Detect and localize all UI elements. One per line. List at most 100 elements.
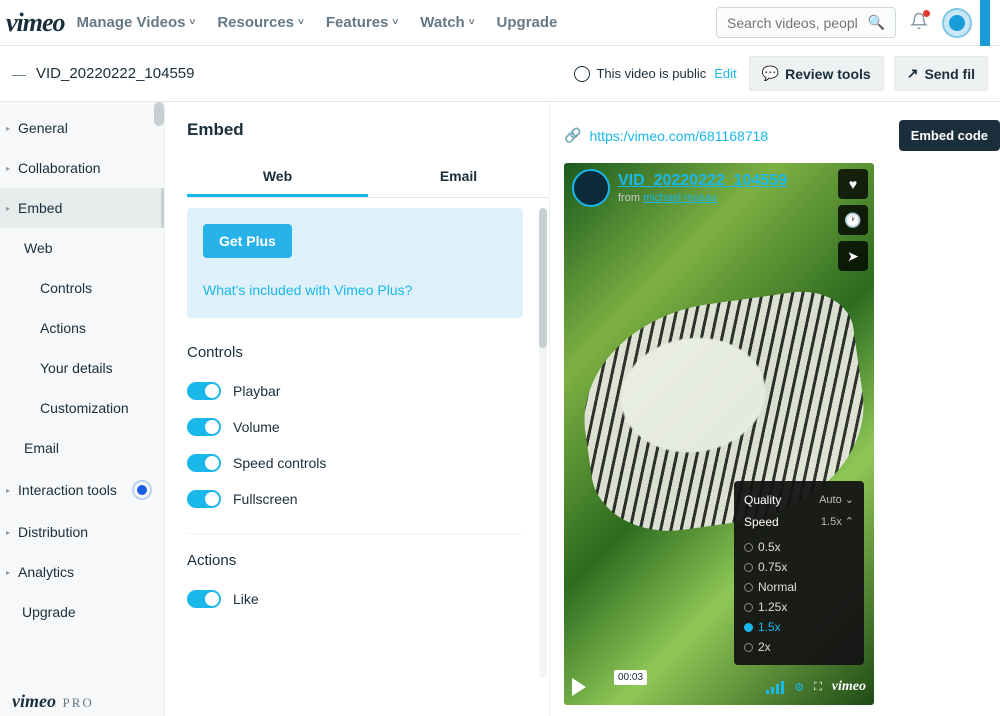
sidebar-item-web[interactable]: Web — [0, 228, 164, 268]
section-divider — [187, 533, 523, 534]
video-title: VID_20220222_104559 — [36, 65, 194, 82]
quality-row[interactable]: QualityAuto ⌄ — [744, 489, 854, 511]
plus-upsell-box: Get Plus What's included with Vimeo Plus… — [187, 208, 523, 318]
search-box[interactable]: 🔍 — [716, 7, 896, 38]
share-icon[interactable]: ➤ — [838, 241, 868, 271]
speed-option[interactable]: Normal — [744, 577, 854, 597]
speed-option-selected[interactable]: 1.5x — [744, 617, 854, 637]
user-avatar[interactable] — [942, 8, 972, 38]
speed-option[interactable]: 0.5x — [744, 537, 854, 557]
nav-links: Manage Videos˅ Resources˅ Features˅ Watc… — [77, 14, 558, 31]
chevron-down-icon: ˅ — [189, 17, 195, 28]
edge-accent — [980, 0, 990, 46]
preview-panel: 🔗 https:/vimeo.com/681168718 Embed code … — [550, 102, 1000, 716]
sidebar-item-upgrade[interactable]: Upgrade — [0, 592, 164, 632]
vimeo-logo[interactable]: vimeo — [6, 8, 65, 38]
speed-option[interactable]: 2x — [744, 637, 854, 657]
toggle-fullscreen[interactable]: Fullscreen — [187, 481, 523, 517]
edit-privacy-link[interactable]: Edit — [714, 66, 736, 81]
like-icon[interactable]: ♥ — [838, 169, 868, 199]
notification-dot — [923, 10, 930, 17]
video-url-link[interactable]: https:/vimeo.com/681168718 — [589, 128, 768, 144]
sidebar-scrollbar[interactable] — [154, 102, 164, 126]
search-icon: 🔍 — [868, 14, 885, 31]
search-input[interactable] — [727, 15, 868, 31]
toggle-speed-controls[interactable]: Speed controls — [187, 445, 523, 481]
vimeo-player-logo[interactable]: vimeo — [832, 679, 866, 695]
author-avatar[interactable] — [572, 169, 610, 207]
video-player-preview[interactable]: VID_20220222_104559 from michael musau ♥… — [564, 163, 874, 705]
settings-scroll-area: Get Plus What's included with Vimeo Plus… — [187, 208, 549, 678]
sidebar-item-controls[interactable]: Controls — [0, 268, 164, 308]
scroll-thumb[interactable] — [539, 208, 547, 348]
tab-web[interactable]: Web — [187, 158, 368, 197]
toggle-playbar[interactable]: Playbar — [187, 373, 523, 409]
nav-upgrade[interactable]: Upgrade — [497, 14, 558, 31]
send-file-button[interactable]: ↗ Send fil — [894, 56, 988, 91]
nav-manage-videos[interactable]: Manage Videos˅ — [77, 14, 196, 31]
url-row: 🔗 https:/vimeo.com/681168718 Embed code — [564, 120, 1000, 151]
toggle-switch[interactable] — [187, 454, 221, 472]
main-content: General Collaboration Embed Web Controls… — [0, 102, 1000, 716]
toggle-label: Playbar — [233, 383, 280, 399]
sidebar-item-your-details[interactable]: Your details — [0, 348, 164, 388]
play-icon[interactable] — [572, 678, 586, 696]
speed-option[interactable]: 0.75x — [744, 557, 854, 577]
speed-options: 0.5x 0.75x Normal 1.25x 1.5x 2x — [744, 537, 854, 657]
toggle-label: Volume — [233, 419, 280, 435]
whats-included-link[interactable]: What's included with Vimeo Plus? — [203, 282, 507, 298]
sidebar-item-actions[interactable]: Actions — [0, 308, 164, 348]
nav-watch[interactable]: Watch˅ — [420, 14, 474, 31]
toggle-label: Fullscreen — [233, 491, 298, 507]
gear-icon[interactable]: ⚙ — [794, 681, 804, 694]
chat-icon: 💬 — [762, 65, 779, 82]
get-plus-button[interactable]: Get Plus — [203, 224, 292, 258]
toggle-switch[interactable] — [187, 418, 221, 436]
sidebar-item-collaboration[interactable]: Collaboration — [0, 148, 164, 188]
embed-settings-panel: Embed Web Email Get Plus What's included… — [165, 102, 550, 716]
speed-row[interactable]: Speed1.5x ⌃ — [744, 511, 854, 533]
sidebar-item-email[interactable]: Email — [0, 428, 164, 468]
chevron-down-icon: ˅ — [298, 17, 304, 28]
sidebar-item-general[interactable]: General — [0, 108, 164, 148]
watch-later-icon[interactable]: 🕐 — [838, 205, 868, 235]
speed-option[interactable]: 1.25x — [744, 597, 854, 617]
player-title[interactable]: VID_20220222_104559 — [618, 172, 787, 190]
nav-resources[interactable]: Resources˅ — [217, 14, 304, 31]
toggle-switch[interactable] — [187, 590, 221, 608]
chevron-down-icon: ˅ — [469, 17, 475, 28]
controls-heading: Controls — [187, 344, 523, 361]
settings-popup: QualityAuto ⌄ Speed1.5x ⌃ 0.5x 0.75x Nor… — [734, 481, 864, 665]
tab-email[interactable]: Email — [368, 158, 549, 197]
toggle-volume[interactable]: Volume — [187, 409, 523, 445]
settings-sidebar: General Collaboration Embed Web Controls… — [0, 102, 165, 716]
sidebar-item-embed[interactable]: Embed — [0, 188, 164, 228]
interaction-indicator — [132, 480, 152, 500]
toggle-like[interactable]: Like — [187, 581, 523, 617]
player-header: VID_20220222_104559 from michael musau — [572, 169, 866, 207]
author-link[interactable]: michael musau — [643, 192, 717, 204]
player-byline: from michael musau — [618, 192, 787, 204]
volume-icon[interactable] — [766, 681, 784, 694]
embed-tabs: Web Email — [187, 158, 549, 198]
link-icon: 🔗 — [564, 127, 581, 144]
top-nav: vimeo Manage Videos˅ Resources˅ Features… — [0, 0, 1000, 46]
player-controls: ⚙ ⛶ vimeo — [564, 669, 874, 705]
back-dash[interactable]: — — [12, 66, 26, 82]
player-action-icons: ♥ 🕐 ➤ — [838, 169, 868, 271]
privacy-indicator: This video is public — [574, 66, 706, 82]
send-icon: ↗ — [907, 65, 919, 82]
fullscreen-icon[interactable]: ⛶ — [814, 681, 822, 694]
notifications-icon[interactable] — [910, 12, 928, 33]
sidebar-item-distribution[interactable]: Distribution — [0, 512, 164, 552]
sidebar-item-customization[interactable]: Customization — [0, 388, 164, 428]
sidebar-item-analytics[interactable]: Analytics — [0, 552, 164, 592]
toggle-switch[interactable] — [187, 382, 221, 400]
sidebar-item-interaction-tools[interactable]: Interaction tools — [0, 468, 164, 512]
toggle-switch[interactable] — [187, 490, 221, 508]
nav-features[interactable]: Features˅ — [326, 14, 398, 31]
actions-heading: Actions — [187, 552, 523, 569]
review-tools-button[interactable]: 💬 Review tools — [749, 56, 884, 91]
embed-code-button[interactable]: Embed code — [899, 120, 1000, 151]
globe-icon — [574, 66, 590, 82]
